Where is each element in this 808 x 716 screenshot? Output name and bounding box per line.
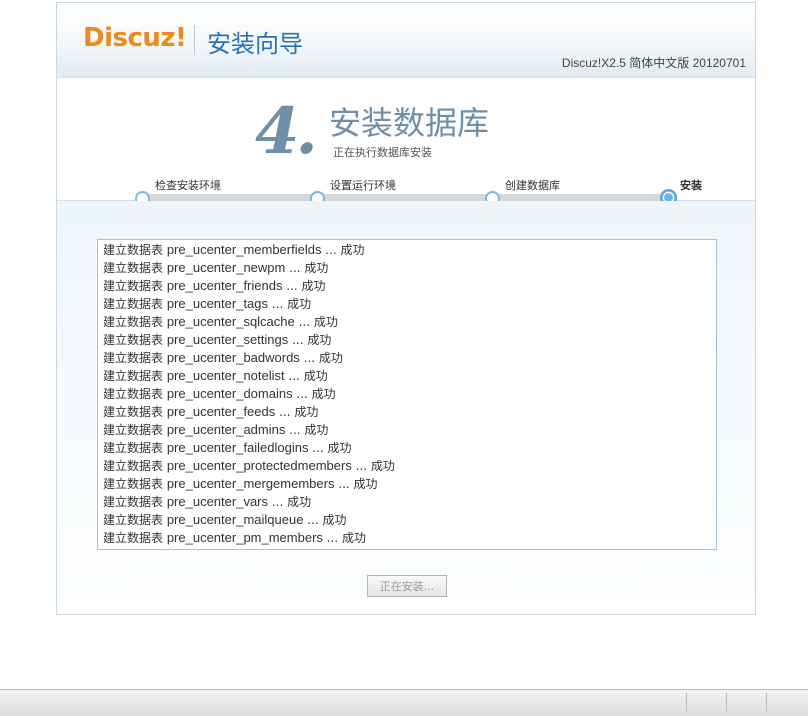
log-line: 建立数据表 pre_ucenter_failedlogins ... 成功 <box>103 439 395 457</box>
log-line: 建立数据表 pre_ucenter_settings ... 成功 <box>103 331 395 349</box>
log-table-name: pre_ucenter_protectedmembers <box>166 458 352 473</box>
version-label: Discuz!X2.5 简体中文版 20120701 <box>561 56 746 70</box>
log-line: 建立数据表 pre_ucenter_feeds ... 成功 <box>103 403 395 421</box>
step-title: 安装数据库 <box>329 104 490 142</box>
log-prefix: 建立数据表 <box>103 279 167 293</box>
step-label-install: 安装 <box>680 179 702 192</box>
logo-divider <box>194 25 195 55</box>
log-line: 建立数据表 pre_ucenter_friends ... 成功 <box>103 277 395 295</box>
log-status: ... 成功 <box>292 387 336 401</box>
step-label-check-env: 检查安装环境 <box>155 179 221 192</box>
log-status: ... 成功 <box>284 369 328 383</box>
log-line: 建立数据表 pre_ucenter_memberfields ... 成功 <box>103 241 395 259</box>
install-log[interactable]: 建立数据表 pre_ucenter_memberfields ... 成功 建立数… <box>97 239 717 550</box>
log-line: 建立数据表 pre_ucenter_protectedmembers ... 成… <box>103 457 395 475</box>
log-prefix: 建立数据表 <box>103 369 167 383</box>
log-prefix: 建立数据表 <box>103 297 167 311</box>
log-table-name: pre_ucenter_failedlogins <box>166 440 309 455</box>
log-line: 建立数据表 pre_ucenter_vars ... 成功 <box>103 493 395 511</box>
log-table-name: pre_ucenter_admins <box>166 422 286 437</box>
log-table-name: pre_ucenter_domains <box>166 386 293 401</box>
log-status: ... 成功 <box>285 423 329 437</box>
log-prefix: 建立数据表 <box>103 495 167 509</box>
log-line: 建立数据表 pre_ucenter_mergemembers ... 成功 <box>103 475 395 493</box>
status-divider <box>726 693 727 713</box>
step-number: 4. <box>255 94 318 169</box>
log-prefix: 建立数据表 <box>103 405 167 419</box>
log-table-name: pre_ucenter_memberfields <box>166 242 322 257</box>
log-table-name: pre_ucenter_newpm <box>166 260 286 275</box>
log-status: ... 成功 <box>321 243 365 257</box>
log-table-name: pre_ucenter_badwords <box>166 350 300 365</box>
log-line: 建立数据表 pre_ucenter_domains ... 成功 <box>103 385 395 403</box>
log-line: 建立数据表 pre_ucenter_notelist ... 成功 <box>103 367 395 385</box>
log-prefix: 建立数据表 <box>103 423 167 437</box>
log-status: ... 成功 <box>282 279 326 293</box>
log-status: ... 成功 <box>334 477 378 491</box>
log-status: ... 成功 <box>268 495 312 509</box>
log-table-name: pre_ucenter_pm_members <box>166 530 323 545</box>
log-line: 建立数据表 pre_ucenter_badwords ... 成功 <box>103 349 395 367</box>
step-label-set-env: 设置运行环境 <box>330 179 396 192</box>
status-divider <box>686 693 687 713</box>
log-table-name: pre_ucenter_mergemembers <box>166 476 335 491</box>
log-status: ... 成功 <box>351 459 395 473</box>
log-table-name: pre_ucenter_friends <box>166 278 283 293</box>
log-table-name: pre_ucenter_mailqueue <box>166 512 304 527</box>
log-status: ... 成功 <box>285 261 329 275</box>
log-prefix: 建立数据表 <box>103 261 167 275</box>
progress-track <box>143 194 671 201</box>
step-subtitle: 正在执行数据库安装 <box>333 146 432 159</box>
log-status: ... 成功 <box>299 351 343 365</box>
log-table-name: pre_ucenter_settings <box>166 332 289 347</box>
log-line: 建立数据表 pre_ucenter_sqlcache ... 成功 <box>103 313 395 331</box>
log-table-name: pre_ucenter_sqlcache <box>166 314 295 329</box>
log-line: 建立数据表 pre_ucenter_tags ... 成功 <box>103 295 395 313</box>
log-status: ... 成功 <box>294 315 338 329</box>
log-table-name: pre_ucenter_tags <box>166 296 269 311</box>
installer-header: Discuz! 安装向导 Discuz!X2.5 简体中文版 20120701 <box>57 3 755 78</box>
step-hero: 4. 安装数据库 正在执行数据库安装 检查安装环境 设置运行环境 创建数据库 安… <box>57 78 755 206</box>
log-prefix: 建立数据表 <box>103 513 167 527</box>
log-prefix: 建立数据表 <box>103 531 167 545</box>
log-line: 建立数据表 pre_ucenter_mailqueue ... 成功 <box>103 511 395 529</box>
log-prefix: 建立数据表 <box>103 441 167 455</box>
log-prefix: 建立数据表 <box>103 477 167 491</box>
log-prefix: 建立数据表 <box>103 351 167 365</box>
log-prefix: 建立数据表 <box>103 243 167 257</box>
log-line: 建立数据表 pre_ucenter_admins ... 成功 <box>103 421 395 439</box>
log-status: ... 成功 <box>303 513 347 527</box>
log-table-name: pre_ucenter_feeds <box>166 404 276 419</box>
log-prefix: 建立数据表 <box>103 333 167 347</box>
log-table-name: pre_ucenter_vars <box>166 494 268 509</box>
log-prefix: 建立数据表 <box>103 315 167 329</box>
installing-button[interactable]: 正在安装... <box>367 575 447 597</box>
status-divider <box>766 693 767 713</box>
log-prefix: 建立数据表 <box>103 387 167 401</box>
log-prefix: 建立数据表 <box>103 459 167 473</box>
installer-window: Discuz! 安装向导 Discuz!X2.5 简体中文版 20120701 … <box>56 2 756 615</box>
browser-status-bar <box>0 689 808 716</box>
log-status: ... 成功 <box>322 531 366 545</box>
log-line: 建立数据表 pre_ucenter_newpm ... 成功 <box>103 259 395 277</box>
log-table-name: pre_ucenter_notelist <box>166 368 285 383</box>
step-label-create-db: 创建数据库 <box>505 179 560 192</box>
log-status: ... 成功 <box>288 333 332 347</box>
install-log-list: 建立数据表 pre_ucenter_memberfields ... 成功 建立数… <box>103 241 395 547</box>
log-status: ... 成功 <box>275 405 319 419</box>
discuz-logo: Discuz! <box>83 23 187 53</box>
install-content: 建立数据表 pre_ucenter_memberfields ... 成功 建立数… <box>57 201 755 597</box>
log-line: 建立数据表 pre_ucenter_pm_members ... 成功 <box>103 529 395 547</box>
log-status: ... 成功 <box>308 441 352 455</box>
log-status: ... 成功 <box>268 297 312 311</box>
wizard-title: 安装向导 <box>207 30 303 58</box>
